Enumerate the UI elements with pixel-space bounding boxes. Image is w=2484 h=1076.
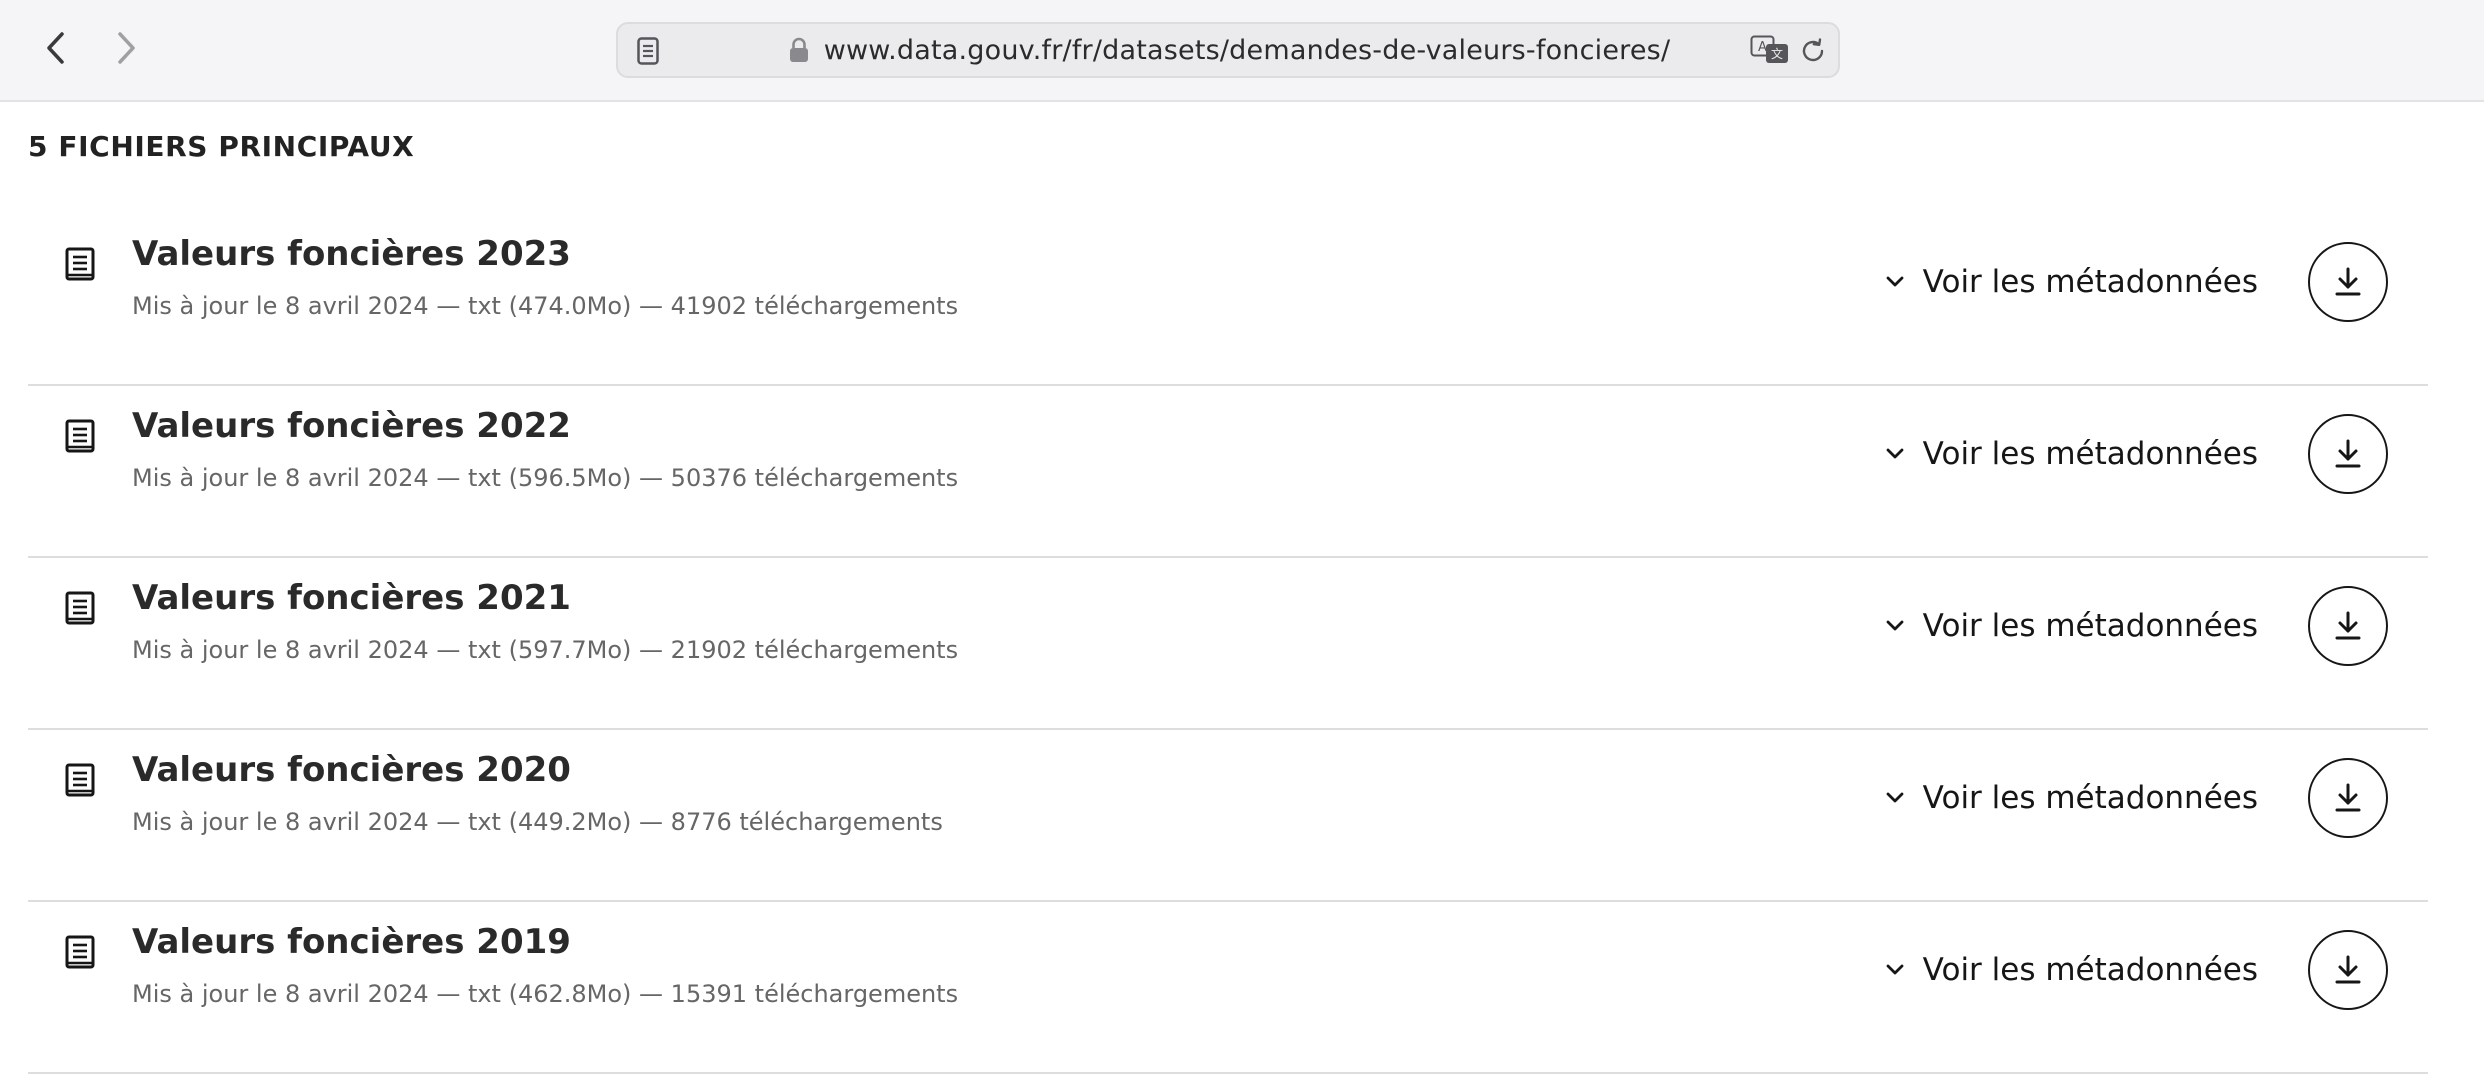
file-meta: Mis à jour le 8 avril 2024 — txt (462.8M… (132, 980, 959, 1008)
chevron-down-icon (1885, 616, 1905, 636)
download-icon (2335, 439, 2361, 468)
document-icon (64, 590, 96, 626)
download-button[interactable] (2308, 242, 2388, 322)
chevron-down-icon (1885, 444, 1905, 464)
download-button[interactable] (2308, 414, 2388, 494)
document-icon (64, 418, 96, 454)
download-icon (2335, 267, 2361, 296)
download-icon (2335, 783, 2361, 812)
file-row: Valeurs foncières 2021 Mis à jour le 8 a… (28, 558, 2428, 730)
forward-button[interactable] (100, 22, 152, 74)
document-icon (64, 246, 96, 282)
download-icon (2335, 611, 2361, 640)
view-metadata-label: Voir les métadonnées (1922, 264, 2258, 300)
file-row: Valeurs foncières 2022 Mis à jour le 8 a… (28, 386, 2428, 558)
view-metadata-button[interactable]: Voir les métadonnées (1885, 258, 2258, 306)
view-metadata-button[interactable]: Voir les métadonnées (1885, 946, 2258, 994)
translate-icon[interactable]: A 文 (1750, 34, 1790, 66)
svg-text:文: 文 (1771, 46, 1783, 61)
file-title[interactable]: Valeurs foncières 2019 (132, 922, 571, 962)
file-title[interactable]: Valeurs foncières 2020 (132, 750, 571, 790)
browser-toolbar: www.data.gouv.fr/fr/datasets/demandes-de… (0, 0, 2484, 102)
file-row: Valeurs foncières 2023 Mis à jour le 8 a… (28, 214, 2428, 386)
file-title[interactable]: Valeurs foncières 2023 (132, 234, 571, 274)
file-row: Valeurs foncières 2020 Mis à jour le 8 a… (28, 730, 2428, 902)
svg-text:A: A (1758, 40, 1767, 55)
section-title: 5 FICHIERS PRINCIPAUX (28, 130, 415, 163)
file-meta: Mis à jour le 8 avril 2024 — txt (474.0M… (132, 292, 959, 320)
chevron-down-icon (1885, 960, 1905, 980)
reload-icon[interactable] (1798, 36, 1828, 66)
chevron-down-icon (1885, 788, 1905, 808)
back-button[interactable] (30, 22, 82, 74)
download-button[interactable] (2308, 758, 2388, 838)
view-metadata-button[interactable]: Voir les métadonnées (1885, 430, 2258, 478)
lock-icon (786, 35, 812, 65)
file-meta: Mis à jour le 8 avril 2024 — txt (449.2M… (132, 808, 943, 836)
view-metadata-button[interactable]: Voir les métadonnées (1885, 602, 2258, 650)
view-metadata-label: Voir les métadonnées (1922, 608, 2258, 644)
file-title[interactable]: Valeurs foncières 2022 (132, 406, 571, 446)
download-icon (2335, 955, 2361, 984)
chevron-down-icon (1885, 272, 1905, 292)
file-meta: Mis à jour le 8 avril 2024 — txt (596.5M… (132, 464, 959, 492)
url-display[interactable]: www.data.gouv.fr/fr/datasets/demandes-de… (618, 24, 1838, 76)
view-metadata-button[interactable]: Voir les métadonnées (1885, 774, 2258, 822)
view-metadata-label: Voir les métadonnées (1922, 952, 2258, 988)
chevron-right-icon (118, 32, 135, 64)
download-button[interactable] (2308, 586, 2388, 666)
document-icon (64, 762, 96, 798)
url-text: www.data.gouv.fr/fr/datasets/demandes-de… (823, 34, 1671, 66)
download-button[interactable] (2308, 930, 2388, 1010)
view-metadata-label: Voir les métadonnées (1922, 436, 2258, 472)
file-list: Valeurs foncières 2023 Mis à jour le 8 a… (28, 214, 2428, 1074)
document-icon (64, 934, 96, 970)
chevron-left-icon (47, 32, 64, 64)
address-bar[interactable]: www.data.gouv.fr/fr/datasets/demandes-de… (616, 22, 1840, 78)
view-metadata-label: Voir les métadonnées (1922, 780, 2258, 816)
file-title[interactable]: Valeurs foncières 2021 (132, 578, 571, 618)
file-meta: Mis à jour le 8 avril 2024 — txt (597.7M… (132, 636, 959, 664)
file-row: Valeurs foncières 2019 Mis à jour le 8 a… (28, 902, 2428, 1074)
